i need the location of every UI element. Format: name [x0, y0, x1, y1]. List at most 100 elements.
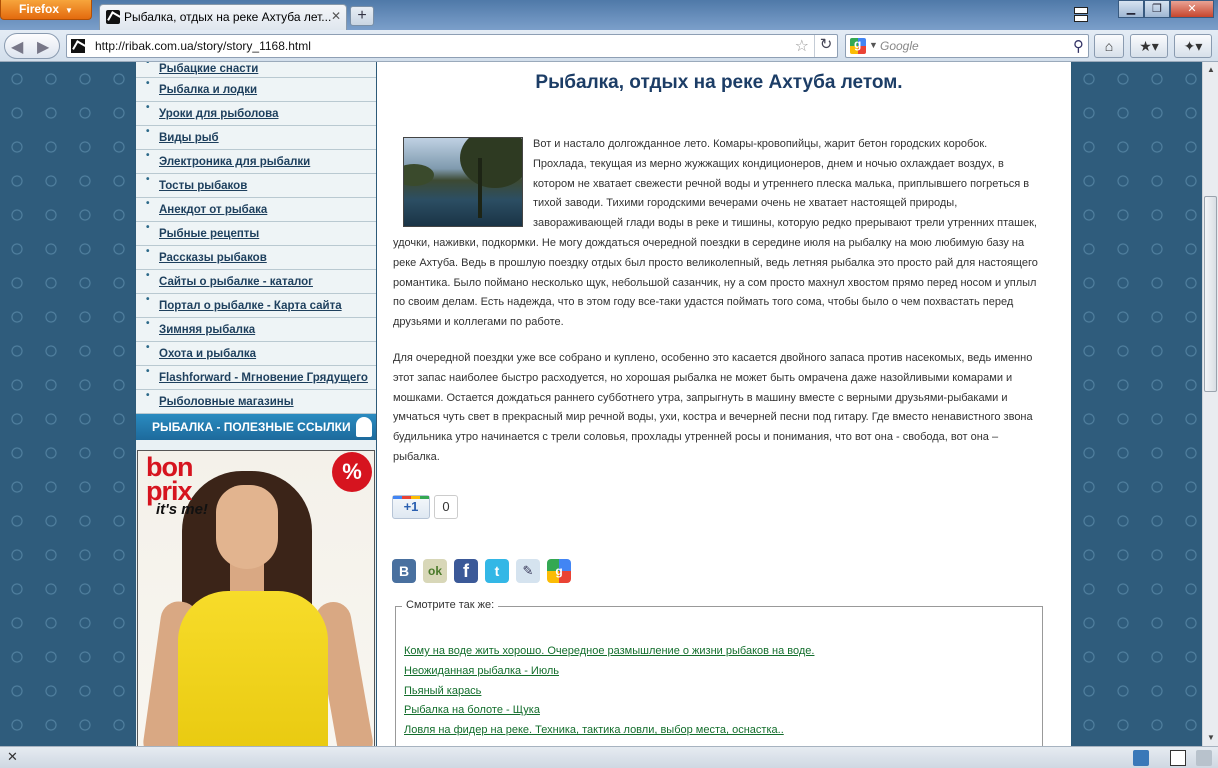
ad-banner[interactable]: bon prix it's me! % — [136, 450, 376, 746]
close-window-button[interactable]: ✕ — [1170, 0, 1214, 18]
bullet-icon: • — [146, 126, 150, 137]
addon-toolbar-button[interactable]: ✦▾ — [1174, 34, 1212, 58]
bullet-icon: • — [146, 78, 150, 89]
section-header-useful-links: РЫБАЛКА - ПОЛЕЗНЫЕ ССЫЛКИ — [136, 414, 376, 440]
back-arrow-icon[interactable]: ◀ — [11, 37, 23, 57]
close-addon-bar-icon[interactable]: ✕ — [7, 749, 18, 765]
sidebar-menu-link[interactable]: Сайты о рыбалке - каталог — [159, 276, 313, 288]
see-also-legend: Смотрите так же: — [402, 599, 499, 611]
new-tab-button[interactable]: + — [350, 6, 374, 26]
bullet-icon: • — [146, 174, 150, 185]
scroll-up-arrow-icon[interactable]: ▲ — [1203, 62, 1218, 78]
see-also-item: Ловля на фидер на реке. Техника, тактика… — [404, 724, 814, 744]
maximize-button[interactable]: ❐ — [1144, 0, 1170, 18]
sidebar-menu-item[interactable]: • Уроки для рыболова — [136, 102, 376, 126]
close-tab-icon[interactable]: ✕ — [331, 9, 341, 23]
plus-one-button[interactable]: +1 — [392, 495, 430, 519]
bookmarks-icon: ★▾ — [1139, 38, 1159, 54]
twitter-share-icon[interactable]: t — [485, 559, 509, 583]
chevron-down-icon[interactable]: ▼ — [869, 40, 878, 50]
addon-status-icon[interactable] — [1133, 750, 1149, 766]
bookmarks-menu-button[interactable]: ★▾ — [1130, 34, 1168, 58]
url-bar[interactable]: http://ribak.com.ua/story/story_1168.htm… — [66, 34, 838, 58]
sidebar-menu-item[interactable]: • Рыболовные магазины — [136, 390, 376, 414]
main-content: Рыбалка, отдых на реке Ахтуба летом. Вот… — [377, 62, 1071, 746]
sidebar-menu-link[interactable]: Тосты рыбаков — [159, 180, 247, 192]
see-also-link[interactable]: Ловля на фидер на реке. Техника, тактика… — [404, 724, 784, 736]
sidebar-menu-link[interactable]: Зимняя рыбалка — [159, 324, 255, 336]
vkontakte-share-icon[interactable]: В — [392, 559, 416, 583]
reload-icon[interactable]: ↻ — [814, 35, 837, 57]
list-all-tabs-icon[interactable] — [1073, 6, 1089, 22]
sidebar-menu-item[interactable]: • Виды рыб — [136, 126, 376, 150]
sidebar-menu-link[interactable]: Flashforward - Мгновение Грядущего — [159, 372, 368, 384]
sidebar-menu-item[interactable]: • Электроника для рыбалки — [136, 150, 376, 174]
sidebar-menu-item[interactable]: • Рыбные рецепты — [136, 222, 376, 246]
firefox-menu-button[interactable]: Firefox ▼ — [0, 0, 92, 20]
bullet-icon: • — [146, 150, 150, 161]
ad-brand-line2: prix — [146, 476, 193, 506]
bullet-icon: • — [146, 198, 150, 209]
title-bar: Firefox ▼ Рыбалка, отдых на реке Ахтуба л… — [0, 0, 1218, 30]
odnoklassniki-share-icon[interactable]: ok — [423, 559, 447, 583]
share-buttons: В ok f t ✎ g — [392, 559, 571, 583]
home-button[interactable]: ⌂ — [1094, 34, 1124, 58]
sidebar-menu-item[interactable]: • Рыбацкие снасти — [136, 62, 376, 78]
sidebar-menu-link[interactable]: Уроки для рыболова — [159, 108, 278, 120]
see-also-item: Пьяный карась — [404, 685, 814, 705]
sidebar-menu-item[interactable]: • Охота и рыбалка — [136, 342, 376, 366]
sidebar-menu-link[interactable]: Рыбацкие снасти — [159, 63, 258, 75]
sidebar-menu-item[interactable]: • Flashforward - Мгновение Грядущего — [136, 366, 376, 390]
sidebar-menu-link[interactable]: Виды рыб — [159, 132, 219, 144]
tab-active[interactable]: Рыбалка, отдых на реке Ахтуба лет... ✕ — [99, 4, 347, 30]
sidebar-menu-link[interactable]: Портал о рыбалке - Карта сайта — [159, 300, 342, 312]
sidebar-menu-link[interactable]: Рыбалка и лодки — [159, 84, 257, 96]
vertical-scrollbar[interactable]: ▲ ▼ — [1202, 62, 1218, 746]
bookmark-star-icon[interactable]: ☆ — [795, 36, 809, 56]
sidebar-menu-item[interactable]: • Рыбалка и лодки — [136, 78, 376, 102]
sidebar-menu-item[interactable]: • Анекдот от рыбака — [136, 198, 376, 222]
ad-model-face — [216, 485, 278, 569]
bullet-icon: • — [146, 318, 150, 329]
scroll-down-arrow-icon[interactable]: ▼ — [1203, 730, 1218, 746]
bullet-icon: • — [146, 222, 150, 233]
sidebar-menu-item[interactable]: • Рассказы рыбаков — [136, 246, 376, 270]
see-also-item: Рыбалка на болоте - Щука — [404, 704, 814, 724]
forward-arrow-icon[interactable]: ▶ — [37, 37, 49, 57]
google-bookmarks-share-icon[interactable]: g — [547, 559, 571, 583]
section-header-label: РЫБАЛКА - ПОЛЕЗНЫЕ ССЫЛКИ — [152, 420, 351, 434]
search-icon[interactable]: ⚲ — [1073, 37, 1084, 55]
sidebar-menu-link[interactable]: Рыболовные магазины — [159, 396, 294, 408]
sidebar: • Рыбацкие снасти • Рыбалка и лодки • Уроки д… — [136, 62, 376, 746]
sidebar-menu-link[interactable]: Рассказы рыбаков — [159, 252, 267, 264]
sidebar-menu-item[interactable]: • Зимняя рыбалка — [136, 318, 376, 342]
page-title: Рыбалка, отдых на реке Ахтуба летом. — [535, 72, 903, 93]
facebook-share-icon[interactable]: f — [454, 559, 478, 583]
sidebar-menu-link[interactable]: Охота и рыбалка — [159, 348, 256, 360]
see-also-link[interactable]: Неожиданная рыбалка - Июль — [404, 665, 559, 677]
sidebar-menu-link[interactable]: Анекдот от рыбака — [159, 204, 267, 216]
search-bar[interactable]: ▼ Google ⚲ — [845, 34, 1089, 58]
scrollbar-thumb[interactable] — [1204, 196, 1217, 392]
livejournal-share-icon[interactable]: ✎ — [516, 559, 540, 583]
pointer-hand-icon — [356, 417, 372, 437]
site-identity-icon[interactable] — [71, 39, 85, 53]
google-engine-icon[interactable] — [850, 37, 866, 54]
resize-grip-icon — [1196, 750, 1212, 766]
see-also-link[interactable]: Рыбалка на болоте - Щука — [404, 704, 540, 716]
sidebar-menu-link[interactable]: Электроника для рыбалки — [159, 156, 310, 168]
search-input[interactable]: Google — [880, 39, 919, 53]
sidebar-menu-item[interactable]: • Портал о рыбалке - Карта сайта — [136, 294, 376, 318]
sidebar-menu-item[interactable]: • Сайты о рыбалке - каталог — [136, 270, 376, 294]
sidebar-menu-item[interactable]: • Тосты рыбаков — [136, 174, 376, 198]
see-also-link[interactable]: Пьяный карась — [404, 685, 481, 697]
ad-tagline: it's me! — [156, 501, 208, 518]
bullet-icon: • — [146, 62, 150, 68]
ad-image[interactable]: bon prix it's me! % — [137, 450, 375, 746]
window-controls: ▁ ❐ ✕ — [1118, 0, 1214, 18]
see-also-link[interactable]: Кому на воде жить хорошо. Очередное разм… — [404, 645, 814, 657]
minimize-button[interactable]: ▁ — [1118, 0, 1144, 18]
addon-tool-icon[interactable] — [1170, 750, 1186, 766]
url-text[interactable]: http://ribak.com.ua/story/story_1168.htm… — [95, 39, 311, 53]
sidebar-menu-link[interactable]: Рыбные рецепты — [159, 228, 259, 240]
